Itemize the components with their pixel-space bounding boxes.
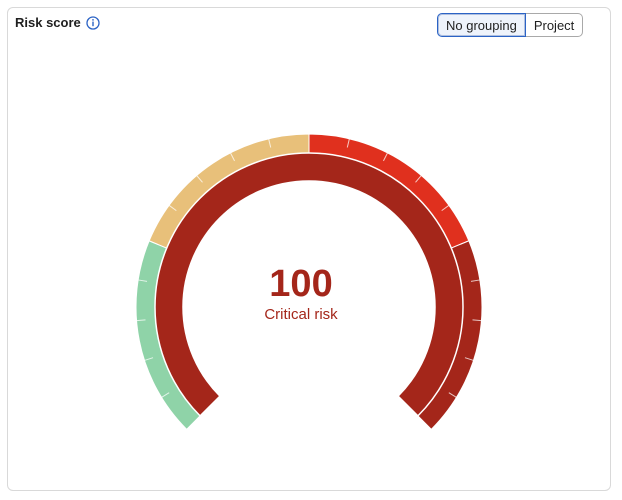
risk-level-label: Critical risk [264, 306, 338, 323]
risk-gauge [135, 133, 483, 431]
gauge-tick [136, 319, 146, 322]
risk-score-value: 100 [269, 263, 333, 305]
gauge-tick [472, 319, 482, 322]
